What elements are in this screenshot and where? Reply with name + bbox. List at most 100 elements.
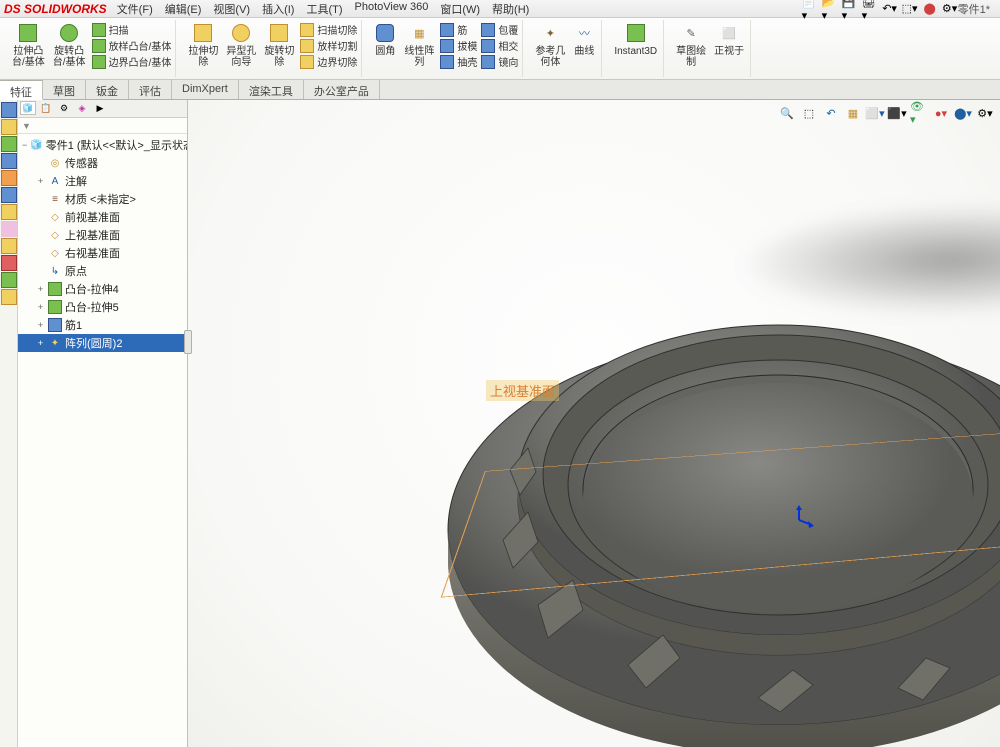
menu-file[interactable]: 文件(F) <box>117 1 153 17</box>
tab-features[interactable]: 特征 <box>0 80 43 100</box>
undo-icon[interactable]: ↶▾ <box>882 1 898 17</box>
tree-filter[interactable]: ▼ <box>18 118 187 134</box>
document-title: 零件1* <box>958 1 996 17</box>
sweep-cut-icon <box>300 23 314 37</box>
tab-sheetmetal[interactable]: 钣金 <box>86 80 129 99</box>
menu-window[interactable]: 窗口(W) <box>440 1 480 17</box>
side-tab-5[interactable] <box>1 170 17 186</box>
revolve-boss-button[interactable]: 旋转凸 台/基体 <box>51 22 88 68</box>
menu-edit[interactable]: 编辑(E) <box>165 1 202 17</box>
loft-button[interactable]: 放样凸台/基体 <box>92 38 172 53</box>
menu-help[interactable]: 帮助(H) <box>492 1 529 17</box>
tree-tab-dim[interactable]: ◈ <box>74 101 90 115</box>
tree-material[interactable]: ≡材质 <未指定> <box>18 190 187 208</box>
extrude-boss-button[interactable]: 拉伸凸 台/基体 <box>10 22 47 68</box>
side-tab-3[interactable] <box>1 136 17 152</box>
side-tab-4[interactable] <box>1 153 17 169</box>
sweep-button[interactable]: 扫描 <box>92 22 172 37</box>
sketch-button[interactable]: ✎草图绘 制 <box>674 22 708 68</box>
tree-circular-pattern2[interactable]: +✦阵列(圆周)2 <box>18 334 187 352</box>
open-icon[interactable]: 📂▾ <box>822 1 838 17</box>
side-tab-1[interactable] <box>1 102 17 118</box>
mirror-button[interactable]: 镜向 <box>481 54 518 69</box>
side-tab-7[interactable] <box>1 204 17 220</box>
side-tab-2[interactable] <box>1 119 17 135</box>
tab-office[interactable]: 办公室产品 <box>304 80 380 99</box>
quick-access-toolbar: 📄▾ 📂▾ 💾▾ 🖨▾ ↶▾ ⬚▾ ⬤ ⚙▾ <box>802 1 958 17</box>
side-tab-10[interactable] <box>1 255 17 271</box>
tree-rib1[interactable]: +筋1 <box>18 316 187 334</box>
menu-tools[interactable]: 工具(T) <box>306 1 342 17</box>
ribbon: 拉伸凸 台/基体 旋转凸 台/基体 扫描 放样凸台/基体 边界凸台/基体 拉伸切… <box>0 18 1000 80</box>
side-tab-6[interactable] <box>1 187 17 203</box>
save-icon[interactable]: 💾▾ <box>842 1 858 17</box>
feature-manager-panel: 🧊 📋 ⚙ ◈ ▶ ▼ −🧊零件1 (默认<<默认>_显示状态 ◎传感器 +A注… <box>0 100 188 747</box>
prev-view-icon[interactable]: ↶ <box>822 104 840 122</box>
options-icon[interactable]: ⚙▾ <box>942 1 958 17</box>
tree-boss4[interactable]: +凸台-拉伸4 <box>18 280 187 298</box>
tree-sensors[interactable]: ◎传感器 <box>18 154 187 172</box>
tree-origin[interactable]: ↳原点 <box>18 262 187 280</box>
tab-sketch[interactable]: 草图 <box>43 80 86 99</box>
extrude-cut-button[interactable]: 拉伸切 除 <box>186 22 220 68</box>
wrap-button[interactable]: 包覆 <box>481 22 518 37</box>
tree-annotations[interactable]: +A注解 <box>18 172 187 190</box>
tree-right-plane[interactable]: ◇右视基准面 <box>18 244 187 262</box>
zoom-area-icon[interactable]: ⬚ <box>800 104 818 122</box>
view-orient-icon[interactable]: ⬜▾ <box>866 104 884 122</box>
loft-icon <box>92 39 106 53</box>
tree-tab-display[interactable]: ▶ <box>92 101 108 115</box>
curves-button[interactable]: 〰曲线 <box>571 22 597 57</box>
tree-front-plane[interactable]: ◇前视基准面 <box>18 208 187 226</box>
tree-tab-property[interactable]: 📋 <box>38 101 54 115</box>
hide-show-icon[interactable]: 👁▾ <box>910 104 928 122</box>
side-tab-8[interactable] <box>1 221 17 237</box>
side-tab-11[interactable] <box>1 272 17 288</box>
boundary-button[interactable]: 边界凸台/基体 <box>92 54 172 69</box>
normal-to-button[interactable]: ⬜正视于 <box>712 22 746 57</box>
wrap-icon <box>481 23 495 37</box>
side-tab-12[interactable] <box>1 289 17 305</box>
tree-top-plane[interactable]: ◇上视基准面 <box>18 226 187 244</box>
tab-render[interactable]: 渲染工具 <box>239 80 304 99</box>
rebuild-icon[interactable]: ⬤ <box>922 1 938 17</box>
appearance-icon[interactable]: ●▾ <box>932 104 950 122</box>
menu-photoview[interactable]: PhotoView 360 <box>355 1 429 17</box>
settings-icon[interactable]: ⚙▾ <box>976 104 994 122</box>
zoom-fit-icon[interactable]: 🔍 <box>778 104 796 122</box>
boundary-cut-icon <box>300 55 314 69</box>
revolve-cut-button[interactable]: 旋转切 除 <box>262 22 296 68</box>
panel-splitter[interactable] <box>184 330 192 354</box>
tab-dimxpert[interactable]: DimXpert <box>172 80 239 99</box>
draft-button[interactable]: 拔模 <box>440 38 477 53</box>
section-icon[interactable]: ▦ <box>844 104 862 122</box>
menu-bar: 文件(F) 编辑(E) 视图(V) 插入(I) 工具(T) PhotoView … <box>117 1 794 17</box>
tree-tab-config[interactable]: ⚙ <box>56 101 72 115</box>
display-style-icon[interactable]: ⬛▾ <box>888 104 906 122</box>
menu-insert[interactable]: 插入(I) <box>262 1 294 17</box>
sweep-cut-button[interactable]: 扫描切除 <box>300 22 357 37</box>
3d-viewport[interactable]: 🔍 ⬚ ↶ ▦ ⬜▾ ⬛▾ 👁▾ ●▾ ⬤▾ ⚙▾ <box>188 100 1000 747</box>
linear-pattern-button[interactable]: ▦线性阵 列 <box>402 22 436 68</box>
side-tab-9[interactable] <box>1 238 17 254</box>
tree-tab-feature[interactable]: 🧊 <box>20 101 36 115</box>
hole-wizard-button[interactable]: 异型孔 向导 <box>224 22 258 68</box>
boundary-cut-button[interactable]: 边界切除 <box>300 54 357 69</box>
tree-root[interactable]: −🧊零件1 (默认<<默认>_显示状态 <box>18 136 187 154</box>
scene-icon[interactable]: ⬤▾ <box>954 104 972 122</box>
new-icon[interactable]: 📄▾ <box>802 1 818 17</box>
tab-evaluate[interactable]: 评估 <box>129 80 172 99</box>
menu-view[interactable]: 视图(V) <box>213 1 250 17</box>
rib-button[interactable]: 筋 <box>440 22 477 37</box>
print-icon[interactable]: 🖨▾ <box>862 1 878 17</box>
tree-boss5[interactable]: +凸台-拉伸5 <box>18 298 187 316</box>
loft-cut-button[interactable]: 放样切割 <box>300 38 357 53</box>
shell-button[interactable]: 抽壳 <box>440 54 477 69</box>
select-icon[interactable]: ⬚▾ <box>902 1 918 17</box>
rib-icon <box>440 23 454 37</box>
fillet-button[interactable]: 圆角 <box>372 22 398 57</box>
instant3d-button[interactable]: Instant3D <box>612 22 659 57</box>
3d-part-model[interactable] <box>428 250 1000 747</box>
intersect-button[interactable]: 相交 <box>481 38 518 53</box>
ref-geometry-button[interactable]: ✦参考几 何体 <box>533 22 567 68</box>
